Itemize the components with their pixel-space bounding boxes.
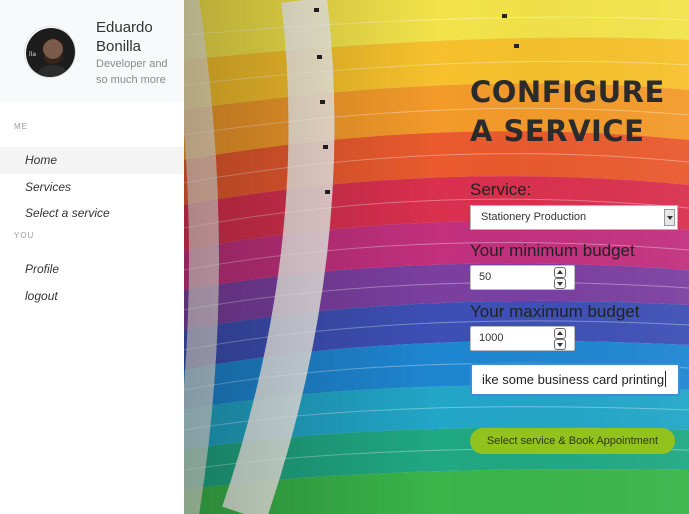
page-title: CONFIGURE A SERVICE: [470, 75, 665, 148]
sidebar-item-home[interactable]: Home: [0, 147, 184, 174]
profile-card: lla Eduardo Bonilla Developer and so muc…: [0, 0, 184, 102]
sidebar-item-select-service[interactable]: Select a service: [0, 200, 184, 227]
text-caret: [665, 371, 667, 387]
max-budget-value: 1000: [479, 332, 504, 344]
max-budget-stepper[interactable]: [554, 328, 566, 350]
min-budget-input[interactable]: 50: [470, 265, 575, 290]
max-budget-label: Your maximum budget: [470, 302, 640, 321]
min-budget-label: Your minimum budget: [470, 241, 635, 260]
sidebar-item-profile[interactable]: Profile: [0, 256, 184, 283]
section-label-you: YOU: [14, 231, 35, 240]
svg-text:lla: lla: [29, 51, 36, 58]
decrement-icon[interactable]: [554, 339, 566, 350]
service-label: Service:: [470, 180, 532, 199]
book-appointment-button[interactable]: Select service & Book Appointment: [470, 428, 675, 454]
increment-icon[interactable]: [554, 328, 566, 339]
service-select-value: Stationery Production: [481, 211, 587, 223]
sidebar-item-services[interactable]: Services: [0, 174, 184, 201]
min-budget-value: 50: [479, 271, 492, 283]
avatar: lla: [24, 26, 76, 78]
profile-tagline: Developer and so much more: [96, 58, 168, 86]
details-value: ike some business card printing: [482, 372, 665, 387]
service-select[interactable]: Stationery Production: [470, 205, 678, 230]
decrement-icon[interactable]: [554, 278, 566, 289]
sidebar-item-logout[interactable]: logout: [0, 283, 184, 310]
increment-icon[interactable]: [554, 267, 566, 278]
chevron-down-icon[interactable]: [664, 209, 675, 226]
max-budget-input[interactable]: 1000: [470, 326, 575, 351]
sidebar: lla Eduardo Bonilla Developer and so muc…: [0, 0, 184, 514]
details-input[interactable]: ike some business card printing: [470, 363, 680, 396]
section-label-me: ME: [14, 122, 28, 131]
profile-name: Eduardo Bonilla: [96, 19, 153, 55]
min-budget-stepper[interactable]: [554, 267, 566, 289]
